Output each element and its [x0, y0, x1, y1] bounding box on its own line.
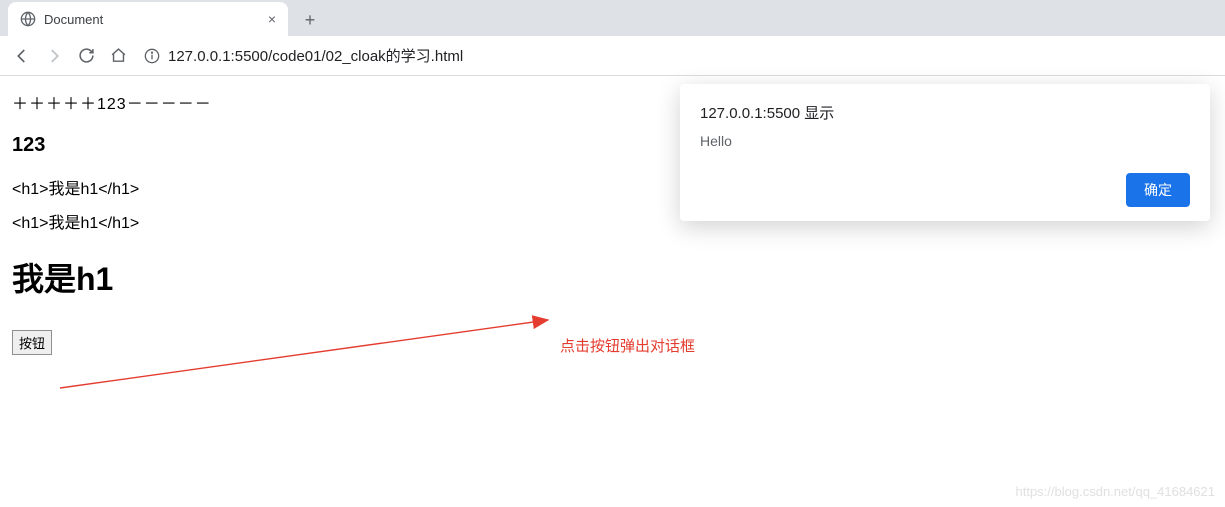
reload-button[interactable] [72, 42, 100, 70]
annotation-text: 点击按钮弹出对话框 [560, 335, 695, 356]
forward-button[interactable] [40, 42, 68, 70]
tab-title: Document [44, 12, 260, 27]
home-button[interactable] [104, 42, 132, 70]
alert-message: Hello [700, 133, 1190, 149]
back-button[interactable] [8, 42, 36, 70]
site-info-icon[interactable] [144, 48, 160, 64]
trigger-button[interactable]: 按钮 [12, 330, 52, 355]
alert-dialog: 127.0.0.1:5500 显示 Hello 确定 [680, 84, 1210, 221]
alert-ok-button[interactable]: 确定 [1126, 173, 1190, 207]
globe-icon [20, 11, 36, 27]
new-tab-button[interactable]: + [296, 6, 324, 34]
address-bar[interactable]: 127.0.0.1:5500/code01/02_cloak的学习.html [144, 45, 463, 66]
watermark: https://blog.csdn.net/qq_41684621 [1016, 484, 1216, 499]
tab-bar: Document × + [0, 0, 1225, 36]
alert-title: 127.0.0.1:5500 显示 [700, 102, 1190, 123]
browser-tab[interactable]: Document × [8, 2, 288, 36]
url-text: 127.0.0.1:5500/code01/02_cloak的学习.html [168, 45, 463, 66]
rendered-h1: 我是h1 [12, 254, 1213, 300]
toolbar: 127.0.0.1:5500/code01/02_cloak的学习.html [0, 36, 1225, 76]
alert-actions: 确定 [700, 173, 1190, 207]
close-tab-icon[interactable]: × [268, 11, 276, 27]
